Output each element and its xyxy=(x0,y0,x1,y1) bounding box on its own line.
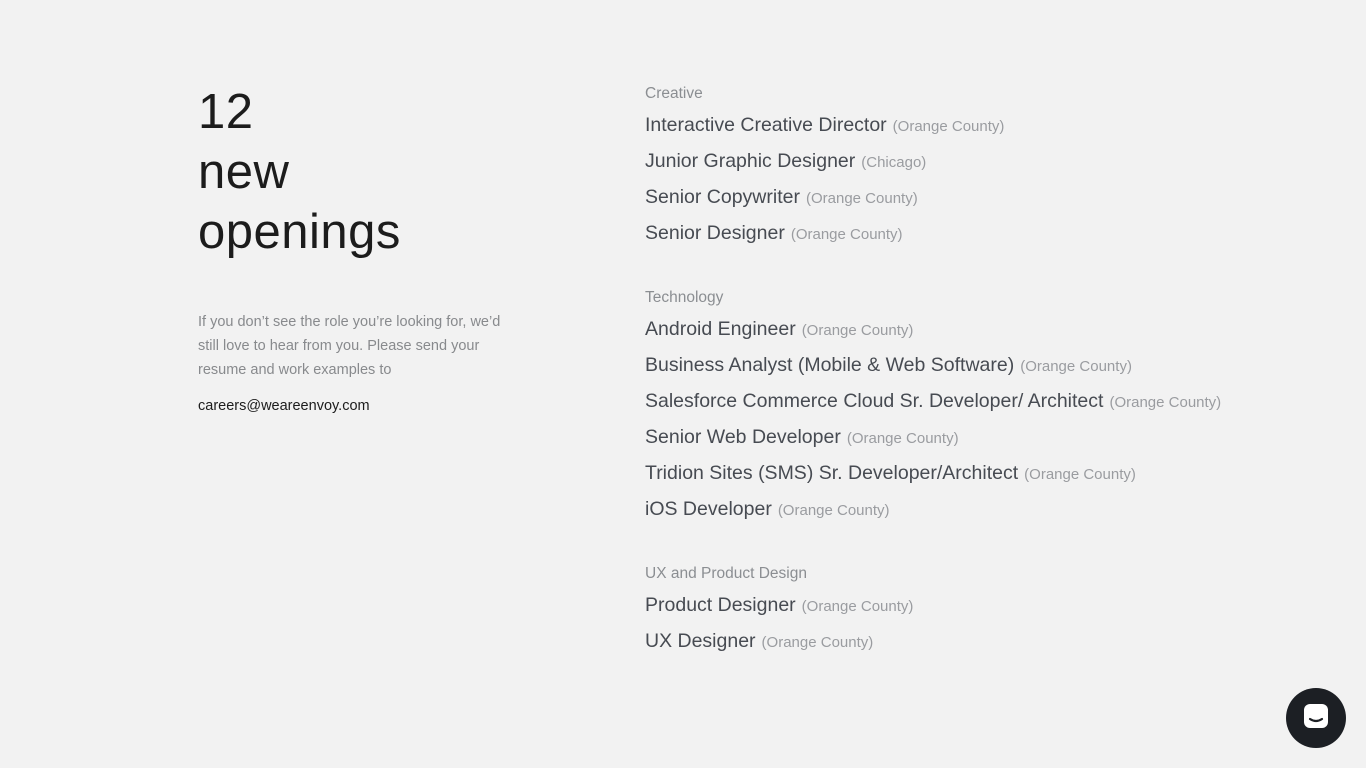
careers-page: 12 new openings If you don’t see the rol… xyxy=(0,0,1366,768)
job-location: (Orange County) xyxy=(777,502,890,519)
job-title: Salesforce Commerce Cloud Sr. Developer/… xyxy=(645,390,1104,412)
job-title: Junior Graphic Designer xyxy=(645,150,856,172)
openings-count: 12 xyxy=(198,85,254,139)
job-listings: Creative Interactive Creative Director (O… xyxy=(645,84,1225,696)
careers-email-link[interactable]: careers@weareenvoy.com xyxy=(198,398,370,414)
job-location: (Orange County) xyxy=(805,190,918,207)
job-link[interactable]: UX Designer (Orange County) xyxy=(645,630,1225,654)
job-title: iOS Developer xyxy=(645,498,772,520)
job-title: Android Engineer xyxy=(645,318,796,340)
job-title: Senior Web Developer xyxy=(645,426,841,448)
job-link[interactable]: Senior Web Developer (Orange County) xyxy=(645,426,1225,450)
job-title: Product Designer xyxy=(645,594,796,616)
job-link[interactable]: Senior Designer (Orange County) xyxy=(645,222,1225,246)
page-title: 12 new openings xyxy=(198,82,528,262)
department-ux-product-design: UX and Product Design Product Designer (O… xyxy=(645,564,1225,654)
job-link[interactable]: Tridion Sites (SMS) Sr. Developer/Archit… xyxy=(645,462,1225,486)
job-location: (Orange County) xyxy=(892,118,1005,135)
job-title: Interactive Creative Director xyxy=(645,114,887,136)
department-title: Technology xyxy=(645,289,724,306)
intro-text: If you don’t see the role you’re looking… xyxy=(198,314,501,378)
job-location: (Orange County) xyxy=(1024,466,1136,483)
job-location: (Orange County) xyxy=(790,226,903,243)
department-title: UX and Product Design xyxy=(645,565,807,582)
job-location: (Orange County) xyxy=(1020,358,1132,375)
chat-launcher-button[interactable] xyxy=(1286,688,1346,748)
job-link[interactable]: Salesforce Commerce Cloud Sr. Developer/… xyxy=(645,390,1225,414)
job-link[interactable]: Junior Graphic Designer (Chicago) xyxy=(645,150,1225,174)
job-location: (Orange County) xyxy=(1109,394,1222,411)
job-link[interactable]: Business Analyst (Mobile & Web Software)… xyxy=(645,354,1225,378)
department-technology: Technology Android Engineer (Orange Count… xyxy=(645,288,1225,522)
job-location: (Orange County) xyxy=(801,598,914,615)
headline-line-new: new xyxy=(198,145,290,199)
job-location: (Orange County) xyxy=(846,430,959,447)
job-title: Senior Copywriter xyxy=(645,186,800,208)
job-location: (Orange County) xyxy=(801,322,914,339)
job-location: (Orange County) xyxy=(761,634,874,651)
headline-line-openings: openings xyxy=(198,205,401,259)
department-title: Creative xyxy=(645,85,703,102)
openings-intro: 12 new openings If you don’t see the rol… xyxy=(198,82,528,415)
job-link[interactable]: Interactive Creative Director (Orange Cou… xyxy=(645,114,1225,138)
job-title: UX Designer xyxy=(645,630,756,652)
job-location: (Chicago) xyxy=(861,154,927,171)
job-title: Business Analyst (Mobile & Web Software) xyxy=(645,354,1015,376)
job-link[interactable]: Senior Copywriter (Orange County) xyxy=(645,186,1225,210)
job-title: Senior Designer xyxy=(645,222,785,244)
department-creative: Creative Interactive Creative Director (O… xyxy=(645,84,1225,246)
job-link[interactable]: iOS Developer (Orange County) xyxy=(645,498,1225,522)
job-link[interactable]: Android Engineer (Orange County) xyxy=(645,318,1225,342)
chat-bubble-icon xyxy=(1302,702,1330,735)
job-link[interactable]: Product Designer (Orange County) xyxy=(645,594,1225,618)
job-title: Tridion Sites (SMS) Sr. Developer/Archit… xyxy=(645,462,1019,484)
